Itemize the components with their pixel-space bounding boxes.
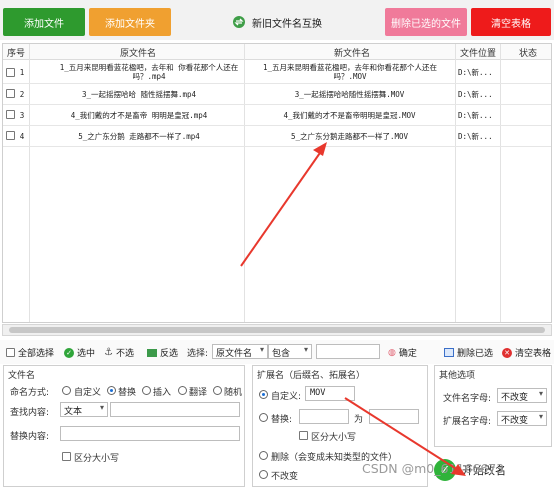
annotation-arrows [240,142,466,476]
arrow-to-start-button [344,397,466,476]
arrow-to-new-filename [240,142,327,267]
